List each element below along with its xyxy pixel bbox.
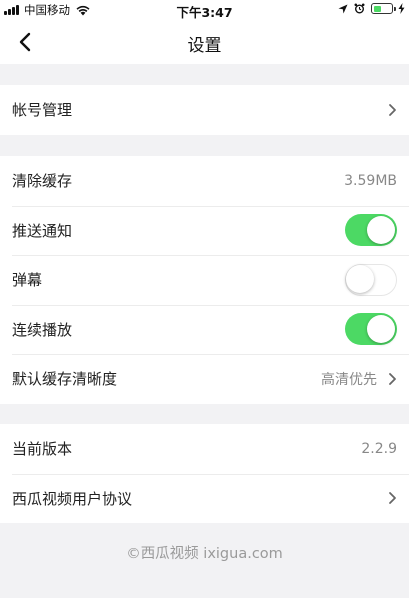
row-label: 连续播放: [12, 320, 73, 339]
row-label: 弹幕: [12, 271, 43, 290]
row-label: 当前版本: [12, 440, 73, 459]
row-user-agreement[interactable]: 西瓜视频用户协议: [0, 473, 409, 524]
danmaku-toggle[interactable]: [345, 263, 397, 296]
status-bar: 中国移动 下午3:47: [0, 0, 409, 20]
alarm-icon: [354, 3, 365, 14]
row-danmaku: 弹幕: [0, 255, 409, 305]
page-title: 设置: [187, 36, 222, 56]
autoplay-toggle[interactable]: [345, 313, 397, 346]
status-right: [332, 3, 405, 14]
row-account-management[interactable]: 帐号管理: [0, 85, 409, 135]
row-autoplay: 连续播放: [0, 304, 409, 355]
row-label: 西瓜视频用户协议: [12, 489, 133, 508]
nav-bar: 设置: [0, 20, 409, 64]
location-icon: [338, 4, 348, 13]
row-default-cache-quality[interactable]: 默认缓存清晰度 高清优先: [0, 354, 409, 404]
row-label: 清除缓存: [12, 172, 73, 191]
settings-group-playback: 清除缓存 3.59MB 推送通知 弹幕 连续播放 默认缓存清晰度 高清优先: [0, 156, 409, 404]
charging-icon: [398, 3, 405, 14]
chevron-right-icon: [383, 103, 397, 117]
settings-group-account: 帐号管理: [0, 85, 409, 135]
version-value: 2.2.9: [361, 440, 397, 457]
push-notification-toggle[interactable]: [345, 214, 397, 247]
copyright-footer: ©西瓜视频 ixigua.com: [126, 546, 283, 562]
battery-icon: [371, 3, 396, 14]
cache-size-value: 3.59MB: [344, 172, 397, 189]
row-current-version: 当前版本 2.2.9: [0, 424, 409, 474]
row-label: 帐号管理: [12, 101, 73, 120]
row-push-notification: 推送通知: [0, 205, 409, 256]
settings-group-about: 当前版本 2.2.9 西瓜视频用户协议: [0, 424, 409, 523]
cache-quality-value: 高清优先: [321, 371, 377, 388]
row-label: 推送通知: [12, 221, 73, 240]
row-clear-cache[interactable]: 清除缓存 3.59MB: [0, 156, 409, 206]
chevron-right-icon: [383, 372, 397, 386]
chevron-right-icon: [383, 491, 397, 505]
row-label: 默认缓存清晰度: [12, 370, 118, 389]
